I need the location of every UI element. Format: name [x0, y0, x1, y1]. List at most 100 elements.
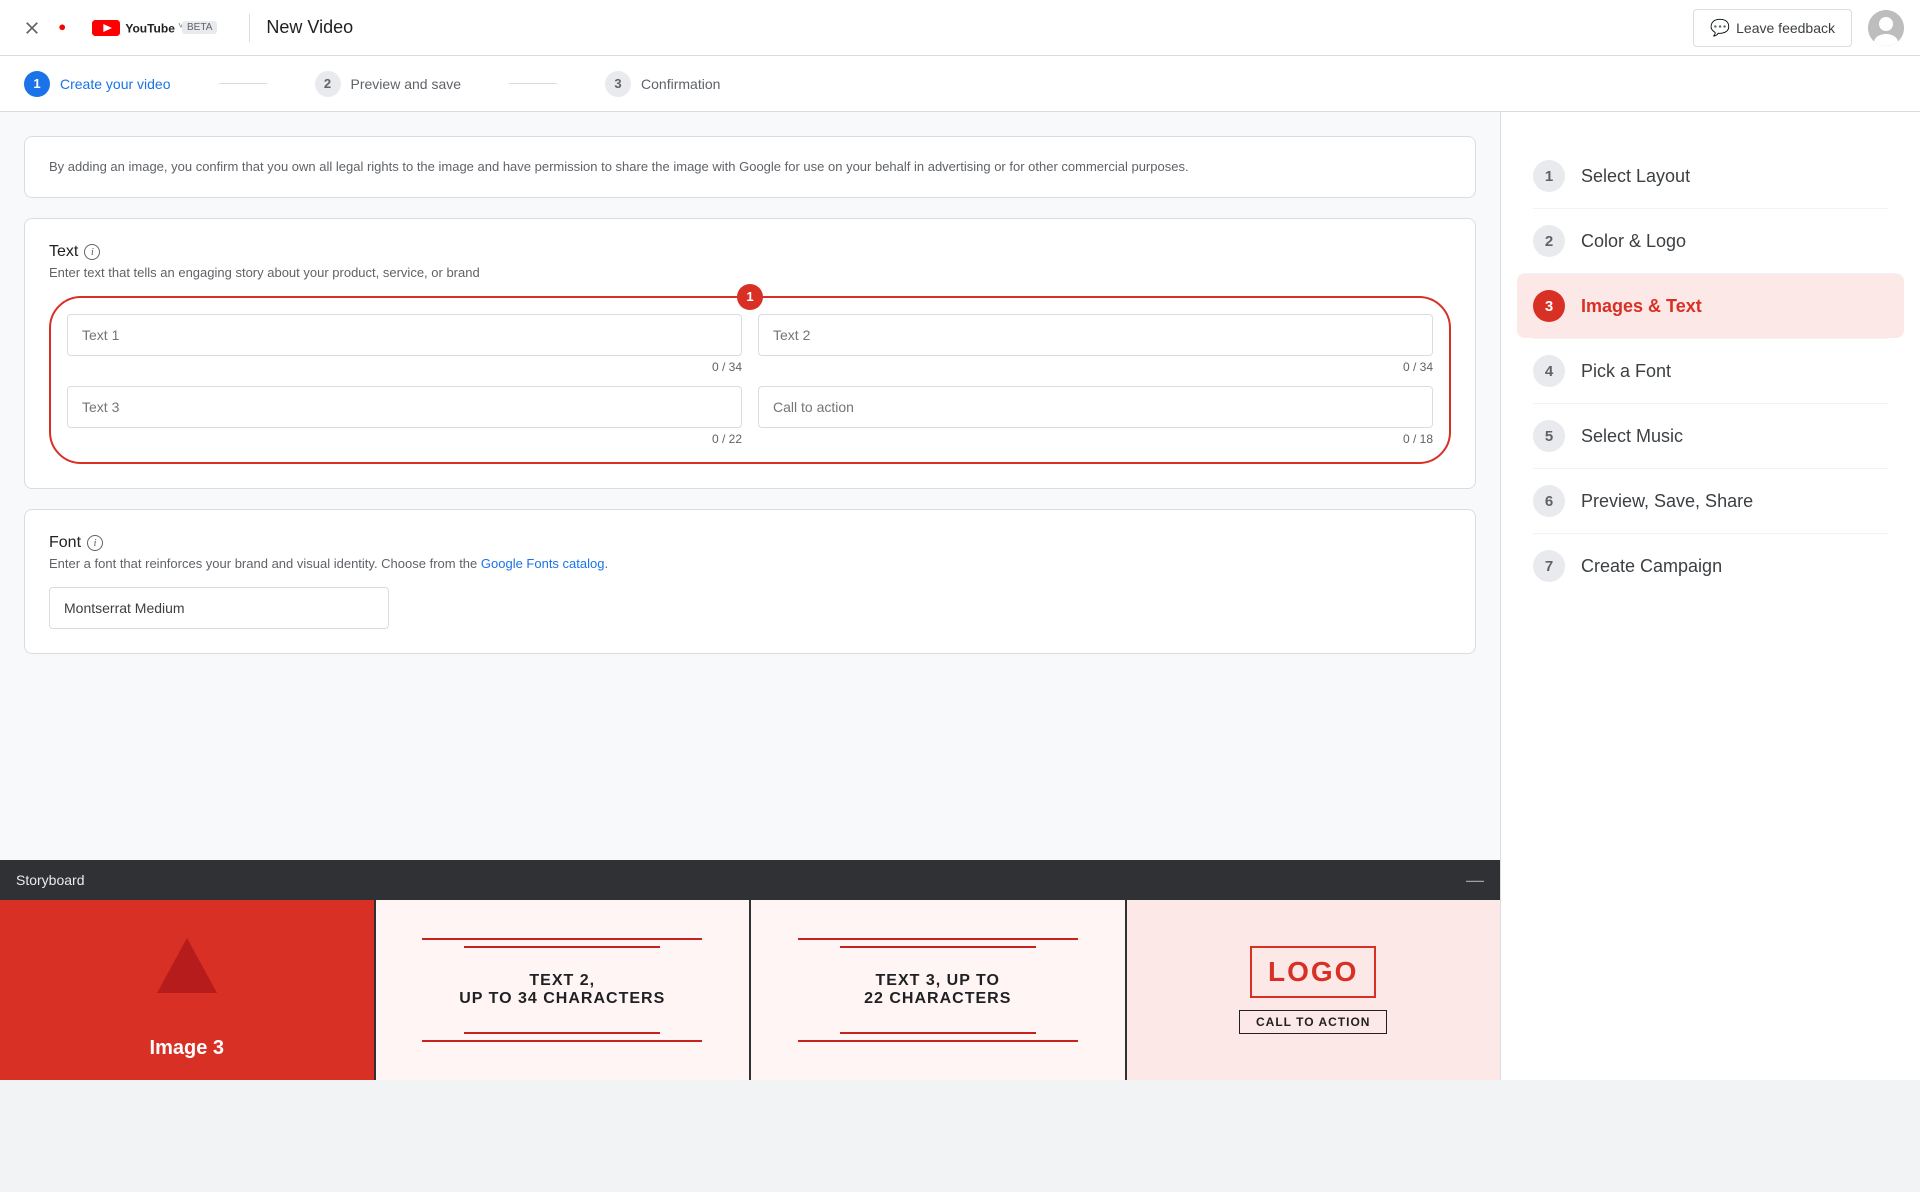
logo-box: LOGO — [1250, 946, 1376, 998]
frame-3-text2: 22 CHARACTERS — [864, 990, 1011, 1007]
topbar-divider — [249, 14, 250, 42]
text-3-input[interactable] — [67, 386, 742, 428]
text-2-count: 0 / 34 — [758, 360, 1433, 374]
notice-box: By adding an image, you confirm that you… — [24, 136, 1476, 198]
storyboard-frame-2: TEXT 2, UP TO 34 CHARACTERS — [376, 900, 752, 1080]
storyboard-frame-3: TEXT 3, UP TO 22 CHARACTERS — [751, 900, 1127, 1080]
font-section-subtitle: Enter a font that reinforces your brand … — [49, 556, 1451, 571]
frame-3-text: TEXT 3, UP TO 22 CHARACTERS — [864, 972, 1011, 1008]
feedback-button[interactable]: 💬 Leave feedback — [1693, 9, 1852, 47]
steps-bar: 1 Create your video 2 Preview and save 3… — [0, 56, 1920, 112]
youtube-logo: YouTube Video Builder — [56, 17, 182, 39]
sidebar-num-1: 1 — [1533, 160, 1565, 192]
triangle-decoration — [157, 938, 217, 993]
frame-2-text: TEXT 2, UP TO 34 CHARACTERS — [459, 972, 665, 1008]
frame-3-text1: TEXT 3, UP TO — [876, 972, 1000, 989]
text-fields-row-1: 0 / 34 0 / 34 — [67, 314, 1433, 374]
cta-input[interactable] — [758, 386, 1433, 428]
frame-2-top-lines — [422, 938, 702, 948]
step-3[interactable]: 3 Confirmation — [605, 71, 720, 97]
sidebar-item-pick-font[interactable]: 4 Pick a Font — [1533, 338, 1888, 403]
frame-2-text1: TEXT 2, — [529, 972, 595, 989]
text-section-subtitle: Enter text that tells an engaging story … — [49, 265, 1451, 280]
font-section: Font i Enter a font that reinforces your… — [24, 509, 1476, 654]
text-fields-row-2: 0 / 22 0 / 18 — [67, 386, 1433, 446]
font-input[interactable] — [49, 587, 389, 629]
sidebar-label-7: Create Campaign — [1581, 556, 1722, 577]
frame-3-line-bot — [798, 1040, 1078, 1042]
google-fonts-link[interactable]: Google Fonts catalog — [481, 556, 605, 571]
storyboard-header: Storyboard — — [0, 860, 1500, 900]
cta-count: 0 / 18 — [758, 432, 1433, 446]
step-2-num: 2 — [315, 71, 341, 97]
frame-3-line-bot-mid — [840, 1032, 1036, 1034]
sidebar-num-3: 3 — [1533, 290, 1565, 322]
text-3-wrap: 0 / 22 — [67, 386, 742, 446]
sidebar-item-select-music[interactable]: 5 Select Music — [1533, 403, 1888, 468]
frame-2-inner: TEXT 2, UP TO 34 CHARACTERS — [422, 938, 702, 1042]
storyboard-frame-1: Image 3 — [0, 900, 376, 1080]
sidebar-item-color-logo[interactable]: 2 Color & Logo — [1533, 208, 1888, 273]
sidebar-num-6: 6 — [1533, 485, 1565, 517]
sidebar-item-select-layout[interactable]: 1 Select Layout — [1533, 144, 1888, 208]
font-info-icon[interactable]: i — [87, 535, 103, 551]
sidebar-label-3: Images & Text — [1581, 296, 1702, 317]
storyboard-minimize-button[interactable]: — — [1466, 871, 1484, 889]
storyboard-title: Storyboard — [16, 872, 84, 888]
step-1-label: Create your video — [60, 76, 171, 92]
storyboard-frames: Image 3 TEXT 2, UP TO 34 CHARACTERS — [0, 900, 1500, 1080]
frame-3-line-mid — [840, 946, 1036, 948]
border-step-number: 1 — [737, 284, 763, 310]
font-subtitle-before: Enter a font that reinforces your brand … — [49, 556, 481, 571]
sidebar-item-create-campaign[interactable]: 7 Create Campaign — [1533, 533, 1888, 598]
step-2[interactable]: 2 Preview and save — [315, 71, 462, 97]
step-1[interactable]: 1 Create your video — [24, 71, 171, 97]
font-subtitle-after: . — [604, 556, 608, 571]
text-2-wrap: 0 / 34 — [758, 314, 1433, 374]
font-section-title: Font i — [49, 534, 1451, 552]
frame-3-line-top — [798, 938, 1078, 940]
frame-2-text2: UP TO 34 CHARACTERS — [459, 990, 665, 1007]
step-3-label: Confirmation — [641, 76, 720, 92]
cta-wrap: 0 / 18 — [758, 386, 1433, 446]
text-title-label: Text — [49, 243, 78, 261]
step-2-label: Preview and save — [351, 76, 462, 92]
step-connector-2 — [509, 83, 557, 84]
step-3-num: 3 — [605, 71, 631, 97]
sidebar-label-1: Select Layout — [1581, 166, 1690, 187]
step-connector-1 — [219, 83, 267, 84]
sidebar-num-7: 7 — [1533, 550, 1565, 582]
sidebar-item-preview[interactable]: 6 Preview, Save, Share — [1533, 468, 1888, 533]
svg-text:YouTube: YouTube — [125, 21, 175, 35]
notice-text: By adding an image, you confirm that you… — [49, 159, 1189, 174]
storyboard: Storyboard — Image 3 TEXT 2, UP TO 34 — [0, 860, 1500, 1080]
text-fields-group: 1 0 / 34 0 / 34 0 / 22 — [49, 296, 1451, 464]
text-3-count: 0 / 22 — [67, 432, 742, 446]
text-info-icon[interactable]: i — [84, 244, 100, 260]
frame-2-line-bot-mid — [464, 1032, 660, 1034]
feedback-icon: 💬 — [1710, 18, 1730, 38]
page-title: New Video — [266, 17, 353, 38]
frame-1-content: Image 3 — [0, 900, 374, 1080]
sidebar-num-5: 5 — [1533, 420, 1565, 452]
topbar-actions: 💬 Leave feedback — [1693, 9, 1904, 47]
sidebar-num-4: 4 — [1533, 355, 1565, 387]
frame-1-label: Image 3 — [150, 1037, 224, 1060]
frame-2-bottom-lines — [422, 1032, 702, 1042]
frame-3-top-lines — [798, 938, 1078, 948]
frame-2-line-mid — [464, 946, 660, 948]
sidebar-label-5: Select Music — [1581, 426, 1683, 447]
text-1-input[interactable] — [67, 314, 742, 356]
user-avatar[interactable] — [1868, 10, 1904, 46]
frame-3-bottom-lines — [798, 1032, 1078, 1042]
right-sidebar: 1 Select Layout 2 Color & Logo 3 Images … — [1500, 112, 1920, 1080]
sidebar-item-images-text[interactable]: 3 Images & Text — [1517, 273, 1904, 338]
sidebar-label-4: Pick a Font — [1581, 361, 1671, 382]
text-2-input[interactable] — [758, 314, 1433, 356]
feedback-label: Leave feedback — [1736, 20, 1835, 36]
text-section: Text i Enter text that tells an engaging… — [24, 218, 1476, 489]
storyboard-frame-4: LOGO CALL TO ACTION — [1127, 900, 1501, 1080]
topbar: YouTube Video Builder BETA New Video 💬 L… — [0, 0, 1920, 56]
text-1-wrap: 0 / 34 — [67, 314, 742, 374]
close-button[interactable] — [16, 12, 48, 44]
